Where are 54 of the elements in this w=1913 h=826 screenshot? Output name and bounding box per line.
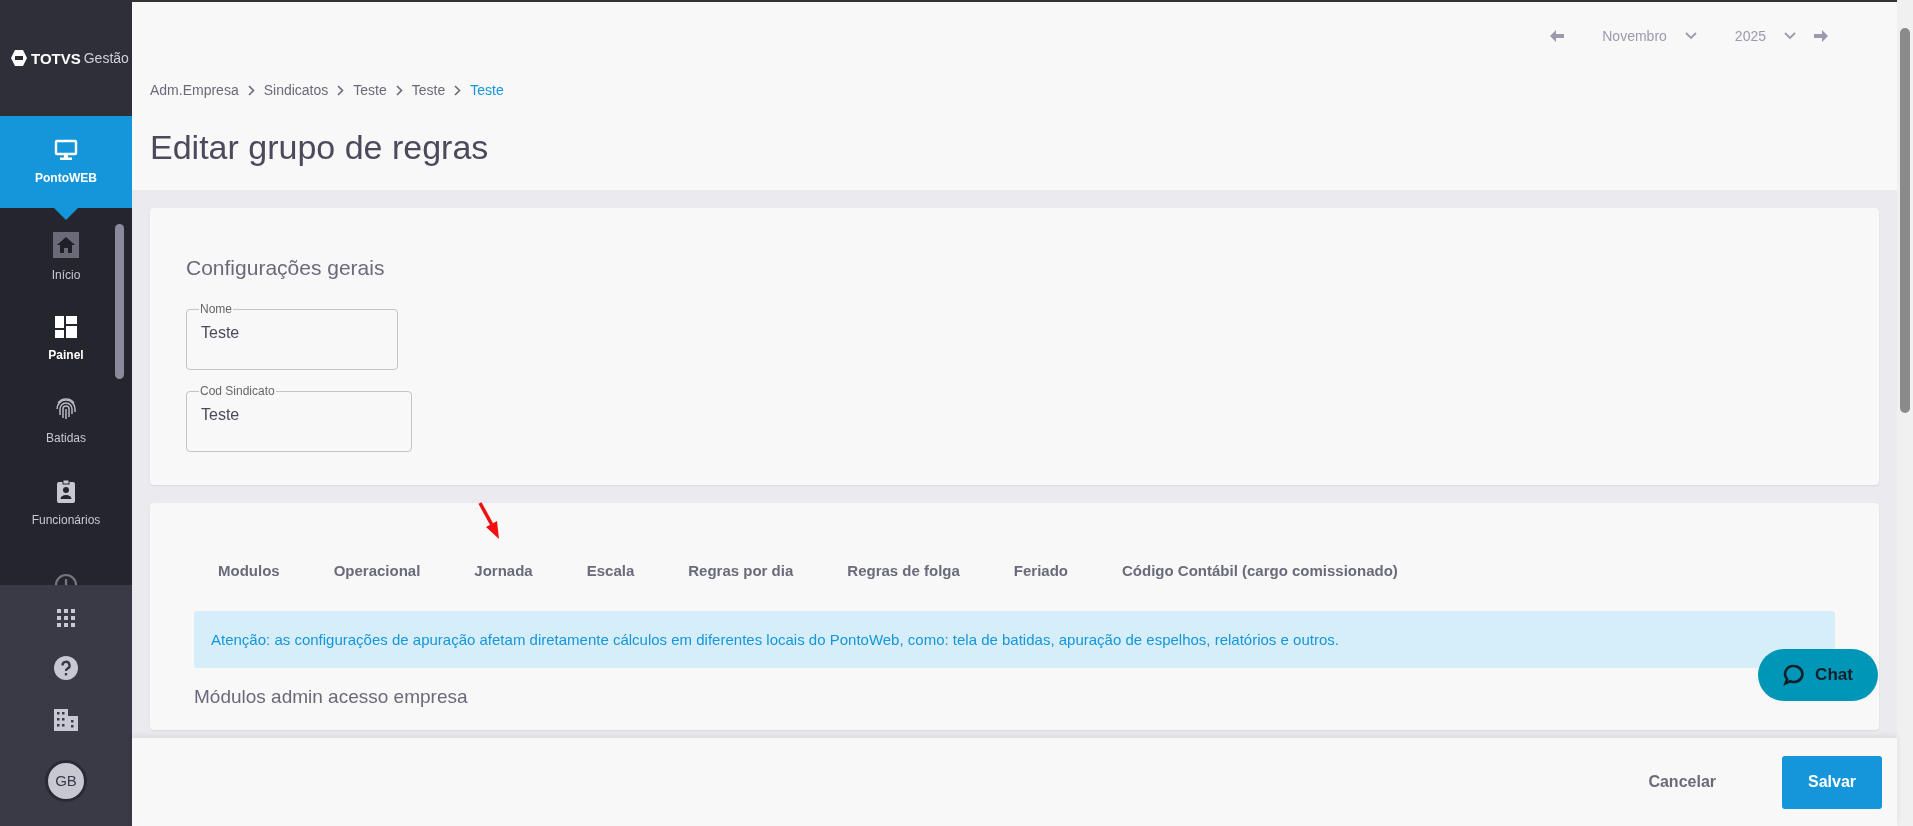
help-icon[interactable] — [54, 656, 78, 681]
annotation-arrow-icon — [478, 501, 500, 541]
chevron-right-icon — [454, 84, 462, 96]
tab[interactable]: Feriado — [1013, 561, 1068, 579]
nav-item[interactable]: Batidas — [0, 380, 132, 462]
user-avatar[interactable]: GB — [45, 759, 87, 802]
year-select[interactable]: 2025 — [1734, 28, 1766, 44]
section-heading: Módulos admin acesso empresa — [194, 686, 469, 708]
monitor-icon — [54, 139, 78, 161]
apps-grid-icon[interactable] — [57, 609, 75, 628]
fingerprint-icon — [55, 397, 77, 421]
tab[interactable]: Escala — [586, 561, 635, 579]
nav-item[interactable]: Painel — [0, 298, 132, 380]
tab[interactable]: Código Contábil (cargo comissionado) — [1122, 561, 1398, 579]
tab[interactable]: Jornada — [474, 561, 533, 579]
text-field[interactable]: Nome Teste — [186, 302, 398, 370]
field-label: Cod Sindicato — [199, 384, 276, 398]
save-button[interactable]: Salvar — [1782, 755, 1882, 809]
chevron-down-icon[interactable] — [1684, 32, 1697, 40]
breadcrumb-link[interactable]: Teste — [470, 82, 504, 98]
dashboard-icon — [55, 316, 77, 338]
home-icon — [53, 232, 79, 258]
chat-bubble-icon — [1783, 664, 1806, 686]
scrollbar[interactable] — [1897, 0, 1913, 826]
tab[interactable]: Regras de folga — [847, 561, 960, 579]
chevron-down-icon[interactable] — [1784, 32, 1796, 40]
page-title: Editar grupo de regras — [150, 128, 490, 167]
arrow-right-icon[interactable] — [1814, 30, 1828, 42]
breadcrumb-link[interactable]: Teste — [411, 82, 446, 98]
logo-subtext: Gestão — [83, 50, 129, 66]
breadcrumb-link[interactable]: Teste — [353, 82, 387, 98]
breadcrumb-link[interactable]: Adm.Empresa — [150, 82, 239, 98]
month-select[interactable]: Novembro — [1602, 28, 1667, 44]
field-label: Nome — [199, 302, 233, 316]
chat-button[interactable]: Chat — [1758, 649, 1878, 701]
pointer-icon — [54, 208, 78, 220]
badge-icon — [57, 479, 75, 503]
chevron-right-icon — [395, 84, 403, 96]
nav-item[interactable]: Início — [0, 216, 132, 298]
cancel-button[interactable]: Cancelar — [1644, 765, 1720, 799]
section-heading: Configurações gerais — [186, 256, 386, 280]
logo-text: TOTVS — [31, 49, 81, 67]
tab[interactable]: Regras por dia — [688, 561, 794, 579]
text-field[interactable]: Cod Sindicato Teste — [186, 384, 412, 452]
tab[interactable]: Operacional — [333, 561, 421, 579]
chevron-right-icon — [247, 84, 255, 96]
tab[interactable]: Modulos — [218, 561, 280, 579]
arrow-left-icon[interactable] — [1550, 30, 1565, 42]
chevron-right-icon — [337, 84, 345, 96]
breadcrumb-link[interactable]: Sindicatos — [263, 82, 329, 98]
info-alert: Atenção: as configurações de apuração afetam diretamente cálculos em diferentes locais do PontoWeb, como: tela de batidas, apuração de espelhos, relatórios e outros. — [194, 611, 1835, 668]
building-icon[interactable] — [54, 708, 78, 731]
logo-icon — [10, 49, 28, 67]
nav-item[interactable]: Funcionários — [0, 462, 132, 544]
